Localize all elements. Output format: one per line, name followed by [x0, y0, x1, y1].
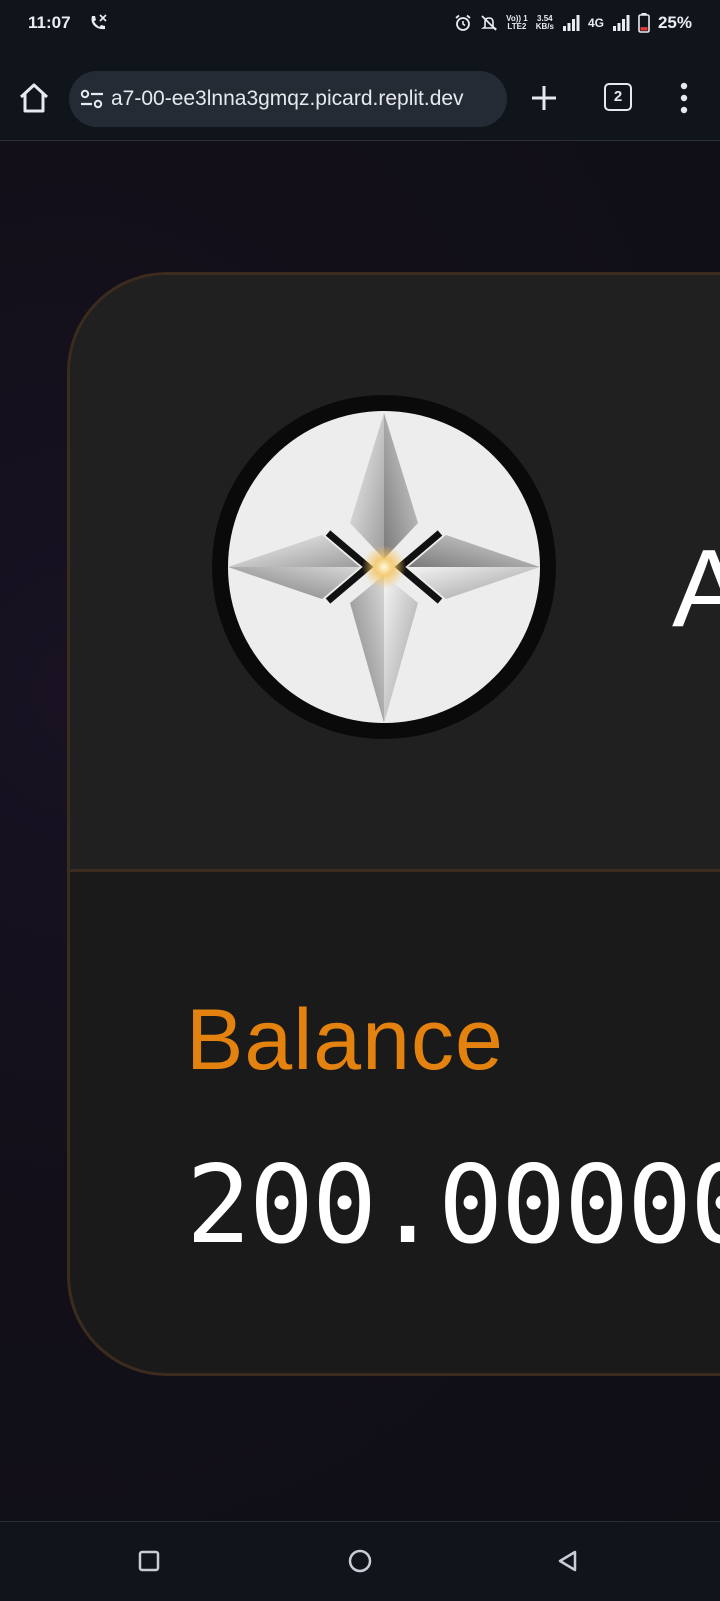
new-tab-icon[interactable]: [528, 82, 560, 114]
url-text[interactable]: a7-00-ee3lnna3gmqz.picard.replit.dev: [111, 71, 497, 127]
star-logo-icon: [212, 395, 556, 739]
status-time: 11:07: [28, 13, 71, 32]
tab-switcher-icon[interactable]: 2: [604, 83, 632, 111]
signal-icon: [562, 15, 580, 31]
site-settings-icon[interactable]: [79, 88, 105, 110]
balance-value: 200.00000: [186, 1143, 720, 1268]
page-content: A Balance 200.00000: [0, 141, 720, 1521]
card-header: A: [70, 275, 720, 872]
tab-count: 2: [613, 88, 623, 105]
address-bar[interactable]: a7-00-ee3lnna3gmqz.picard.replit.dev: [69, 71, 507, 127]
status-icons: Vo)) 1 LTE2 3.54 KB/s 4G 25%: [454, 12, 692, 34]
signal-2-icon: [612, 15, 630, 31]
recents-icon[interactable]: [138, 1550, 160, 1572]
back-icon[interactable]: [556, 1549, 578, 1573]
network-type: 4G: [587, 16, 604, 30]
status-bar: 11:07 Vo)) 1 LTE2 3.54 KB/s 4G 25%: [0, 0, 720, 48]
battery-icon: [638, 13, 650, 33]
home-icon[interactable]: [16, 80, 52, 116]
home-circle-icon[interactable]: [348, 1549, 372, 1573]
wallet-card: A Balance 200.00000: [67, 272, 720, 1376]
browser-toolbar: a7-00-ee3lnna3gmqz.picard.replit.dev 2: [0, 48, 720, 141]
wifi-calling-icon: [91, 14, 107, 30]
system-nav-bar: [0, 1521, 720, 1601]
card-heading: A: [672, 525, 720, 652]
battery-percent: 25%: [657, 13, 692, 32]
alarm-icon: [455, 14, 471, 31]
menu-icon[interactable]: [672, 80, 696, 116]
volte-indicator: Vo)) 1 LTE2: [506, 14, 528, 31]
mute-icon: [480, 15, 498, 31]
network-speed: 3.54 KB/s: [535, 14, 554, 31]
balance-label: Balance: [186, 992, 504, 1088]
